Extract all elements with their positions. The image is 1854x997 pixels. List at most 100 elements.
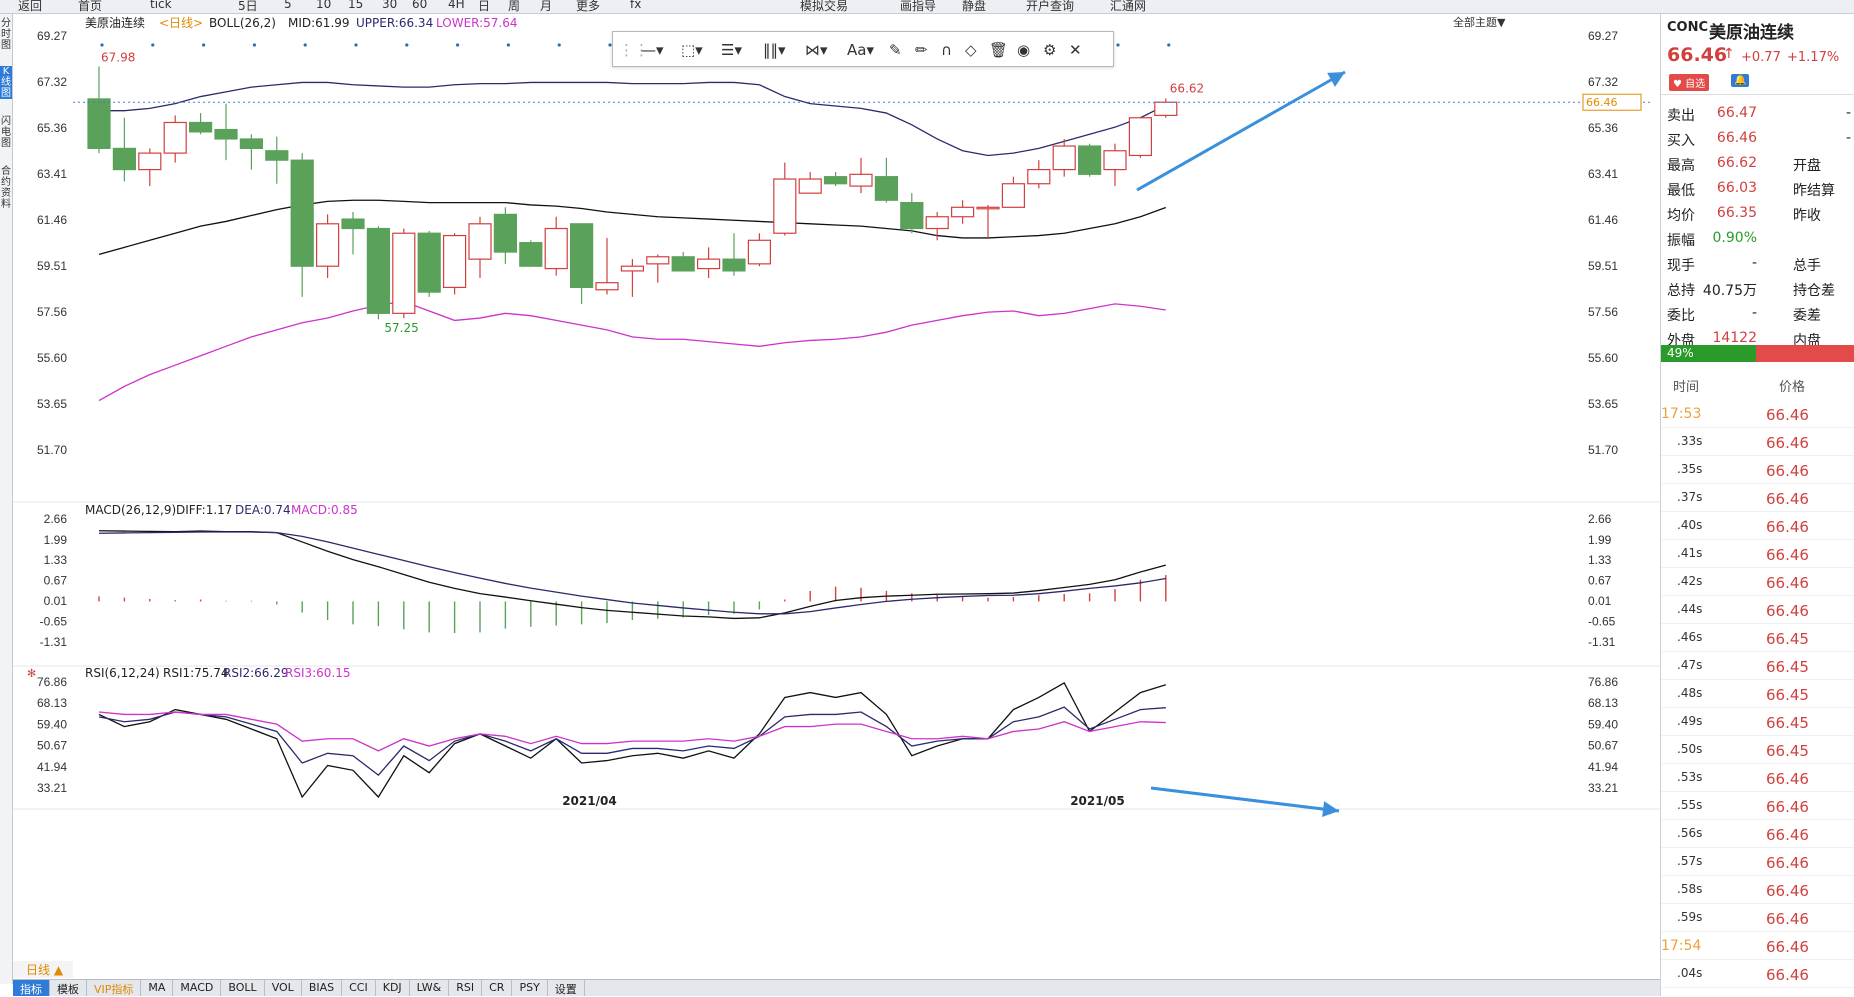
rsi-tick-left: 33.21 [37,781,67,795]
tick-time: .33s [1677,434,1703,448]
magnet-icon[interactable]: ∩ [941,41,952,59]
last-high-label: 66.62 [1170,81,1204,95]
tick-row: .53s 66.46 [1661,764,1854,792]
tab-contract-info[interactable]: 合约资料 [0,166,12,210]
macd-tick-right: 0.01 [1588,594,1612,608]
candle-body [849,173,873,187]
quote-label: 最低 [1667,183,1695,199]
toolbar-item[interactable]: tick [150,0,172,11]
eye-icon[interactable]: ◉ [1017,41,1030,59]
quote-row: 现手 - 总手 [1661,251,1854,276]
tick-price: 66.46 [1766,938,1809,956]
indicator-tab[interactable]: VIP指标 [87,980,142,996]
line-tool-icon[interactable]: —▾ [641,41,664,59]
toolbar-item[interactable]: 周 [508,0,520,13]
tick-price: 66.46 [1766,826,1809,844]
price-tick-right: 69.27 [1588,29,1618,43]
indicator-tab[interactable]: CCI [342,980,376,996]
tab-lightning[interactable]: 闪电图 [0,116,12,149]
candle-body [874,176,899,201]
toolbar-item[interactable]: 首页 [78,0,102,13]
tick-price: 66.46 [1766,434,1809,452]
fibonacci-tool-icon[interactable]: ☰▾ [721,41,742,59]
tab-kline[interactable]: K线图 [0,66,12,99]
toolbar-item[interactable]: 5日 [238,0,258,13]
toolbar-item[interactable]: 15 [348,0,363,11]
shape-tool-icon[interactable]: ⬚▾ [681,41,703,59]
indicator-tab[interactable]: BIAS [302,980,343,996]
toolbar-item[interactable]: fx [630,0,641,11]
quote-label: 总持 [1667,283,1695,299]
price-tag: 66.46 [1586,96,1618,109]
gear-icon[interactable]: ⚙ [1043,41,1056,59]
candle-body [976,206,1000,210]
ticks-price-header: 价格 [1779,380,1806,395]
tick-time: .37s [1677,490,1703,504]
macd-tick-left: 0.67 [44,574,68,588]
indicator-tab[interactable]: MACD [173,980,222,996]
add-favorite-button[interactable]: ♥ 自选 [1669,74,1710,91]
indicator-tab[interactable]: PSY [512,980,548,996]
tick-price: 66.46 [1766,882,1809,900]
tick-price: 66.45 [1766,714,1809,732]
pencil-icon[interactable]: ✏ [915,41,928,59]
indicator-tab[interactable]: LW& [410,980,450,996]
toolbar-item[interactable]: 60 [412,0,427,11]
toolbar-item[interactable]: 月 [540,0,552,13]
close-icon[interactable]: ✕ [1069,41,1082,59]
price-tick-right: 65.36 [1588,121,1618,135]
tick-price: 66.46 [1766,910,1809,928]
quote-value: 66.47 [1716,105,1757,121]
dot-marker [303,43,307,47]
indicator-tab[interactable]: RSI [449,980,483,996]
toolbar-item[interactable]: 静盘 [962,0,986,13]
rsi-tick-right: 41.94 [1588,760,1618,774]
indicator-tab[interactable]: 指标 [13,980,50,996]
toolbar-item[interactable]: 10 [316,0,331,11]
indicator-tab[interactable]: VOL [265,980,302,996]
ruler-icon[interactable]: ✎ [889,41,902,59]
candle-body [1103,150,1127,171]
quote-label: 现手 [1667,258,1695,274]
rsi-tick-right: 68.13 [1588,696,1618,710]
indicator-tab[interactable]: MA [141,980,174,996]
pattern-tool-icon[interactable]: ⋈▾ [805,41,828,59]
bell-icon[interactable]: 🔔 [1731,74,1750,87]
quote-panel: CONC 美原油连续 66.46 ↑ +0.77 +1.17% ♥ 自选 🔔 卖… [1660,14,1854,996]
chart-area[interactable]: 69.27 69.27 67.32 67.32 65.36 65.36 63.41 63.41… [13,14,1660,979]
quote-value: 66.03 [1716,180,1757,196]
tick-time: .48s [1677,686,1703,700]
text-tool-icon[interactable]: Aa▾ [847,41,874,59]
toolbar-item[interactable]: 画指导 [900,0,936,13]
toolbar-item[interactable]: 30 [382,0,397,11]
price-tick-right: 59.51 [1588,259,1618,273]
quote-value: - [1751,255,1757,271]
indicator-tab[interactable]: BOLL [221,980,265,996]
indicator-tab[interactable]: 设置 [548,980,585,996]
toolbar-item[interactable]: 4H [448,0,465,11]
quote-label: 均价 [1667,208,1695,224]
candle-body [773,178,797,234]
eraser-icon[interactable]: ◇ [965,41,977,59]
toolbar-item[interactable]: 汇通网 [1110,0,1146,13]
tick-row: .57s 66.46 [1661,848,1854,876]
indicator-tab[interactable]: CR [482,980,513,996]
symbol-name: 美原油连续 [1709,23,1794,43]
indicator-tab[interactable]: 模板 [50,980,87,996]
toolbar-item[interactable]: 模拟交易 [800,0,848,13]
toolbar-item[interactable]: 返回 [18,0,42,13]
toolbar-item[interactable]: 开户查询 [1026,0,1074,13]
macd-label: MACD(26,12,9) [85,503,176,517]
trash-icon[interactable]: 🗑 [989,41,1008,59]
rsi-tick-left: 68.13 [37,696,67,710]
price-tick-left: 53.65 [37,397,67,411]
candle-body [671,256,695,272]
gann-tool-icon[interactable]: ‖‖▾ [763,41,786,59]
tab-time-sharing[interactable]: 分时图 [0,18,12,51]
toolbar-item[interactable]: 日 [478,0,490,13]
period-selector[interactable]: 日线 ▲ [13,961,73,978]
indicator-tab[interactable]: KDJ [376,980,410,996]
toolbar-item[interactable]: 5 [284,0,292,11]
toolbar-item[interactable]: 更多 [576,0,600,13]
dot-marker [557,43,561,47]
